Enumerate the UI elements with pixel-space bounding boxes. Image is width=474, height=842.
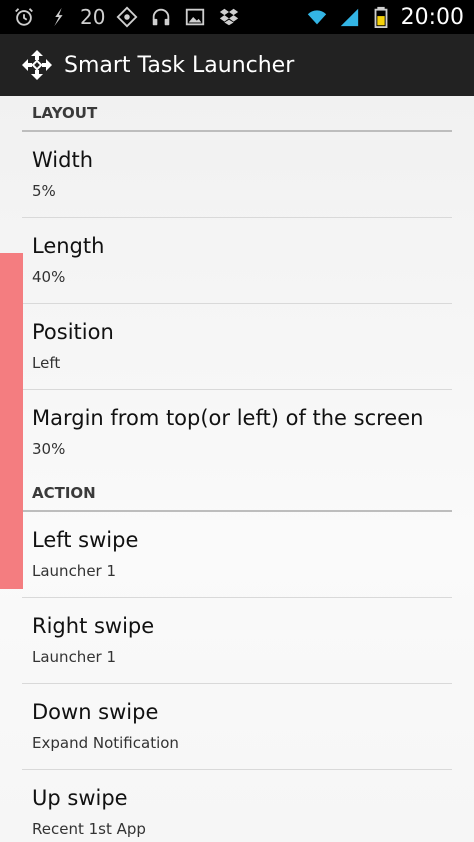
pref-title: Down swipe [32,700,159,724]
section-header-label: LAYOUT [32,104,98,122]
image-icon [183,5,207,29]
pref-summary: Launcher 1 [32,648,117,666]
pref-width[interactable]: Width 5% [22,132,452,218]
notification-count: 20 [80,5,106,29]
alarm-icon [12,5,36,29]
battery-icon [369,5,393,29]
pref-up-swipe[interactable]: Up swipe Recent 1st App [22,770,452,842]
pref-down-swipe[interactable]: Down swipe Expand Notification [22,684,452,770]
pref-summary: 30% [32,440,66,458]
pref-summary: Launcher 1 [32,562,117,580]
status-bar: 20 20:00 [0,0,474,34]
pref-summary: Expand Notification [32,734,179,752]
pref-margin[interactable]: Margin from top(or left) of the screen 3… [22,390,452,476]
move-arrows-icon[interactable] [20,48,54,82]
pref-summary: 5% [32,182,56,200]
system-icons: 20:00 [305,5,474,30]
app-title: Smart Task Launcher [64,52,295,78]
pref-title: Up swipe [32,786,128,810]
pref-summary: Recent 1st App [32,820,146,838]
section-header-layout: LAYOUT [22,96,452,132]
swipe-edge-handle[interactable] [0,253,23,589]
action-bar: Smart Task Launcher [0,34,474,96]
pref-title: Width [32,148,94,172]
wifi-icon [305,5,329,29]
pref-right-swipe[interactable]: Right swipe Launcher 1 [22,598,452,684]
pref-position[interactable]: Position Left [22,304,452,390]
status-clock: 20:00 [400,4,464,30]
pref-title: Length [32,234,105,258]
pref-title: Right swipe [32,614,155,638]
pref-title: Left swipe [32,528,139,552]
pref-left-swipe[interactable]: Left swipe Launcher 1 [22,512,452,598]
pref-title: Margin from top(or left) of the screen [32,406,424,430]
pref-length[interactable]: Length 40% [22,218,452,304]
signal-icon [337,5,361,29]
dropbox-icon [217,5,241,29]
section-header-action: ACTION [22,476,452,512]
app-icon [115,5,139,29]
pref-summary: Left [32,354,61,372]
lightning-icon [46,5,70,29]
headphones-icon [149,5,173,29]
notification-icons: 20 [0,5,241,29]
pref-title: Position [32,320,114,344]
preferences-list[interactable]: LAYOUT Width 5% Length 40% Position Left… [0,96,474,842]
pref-summary: 40% [32,268,66,286]
section-header-label: ACTION [32,484,96,502]
